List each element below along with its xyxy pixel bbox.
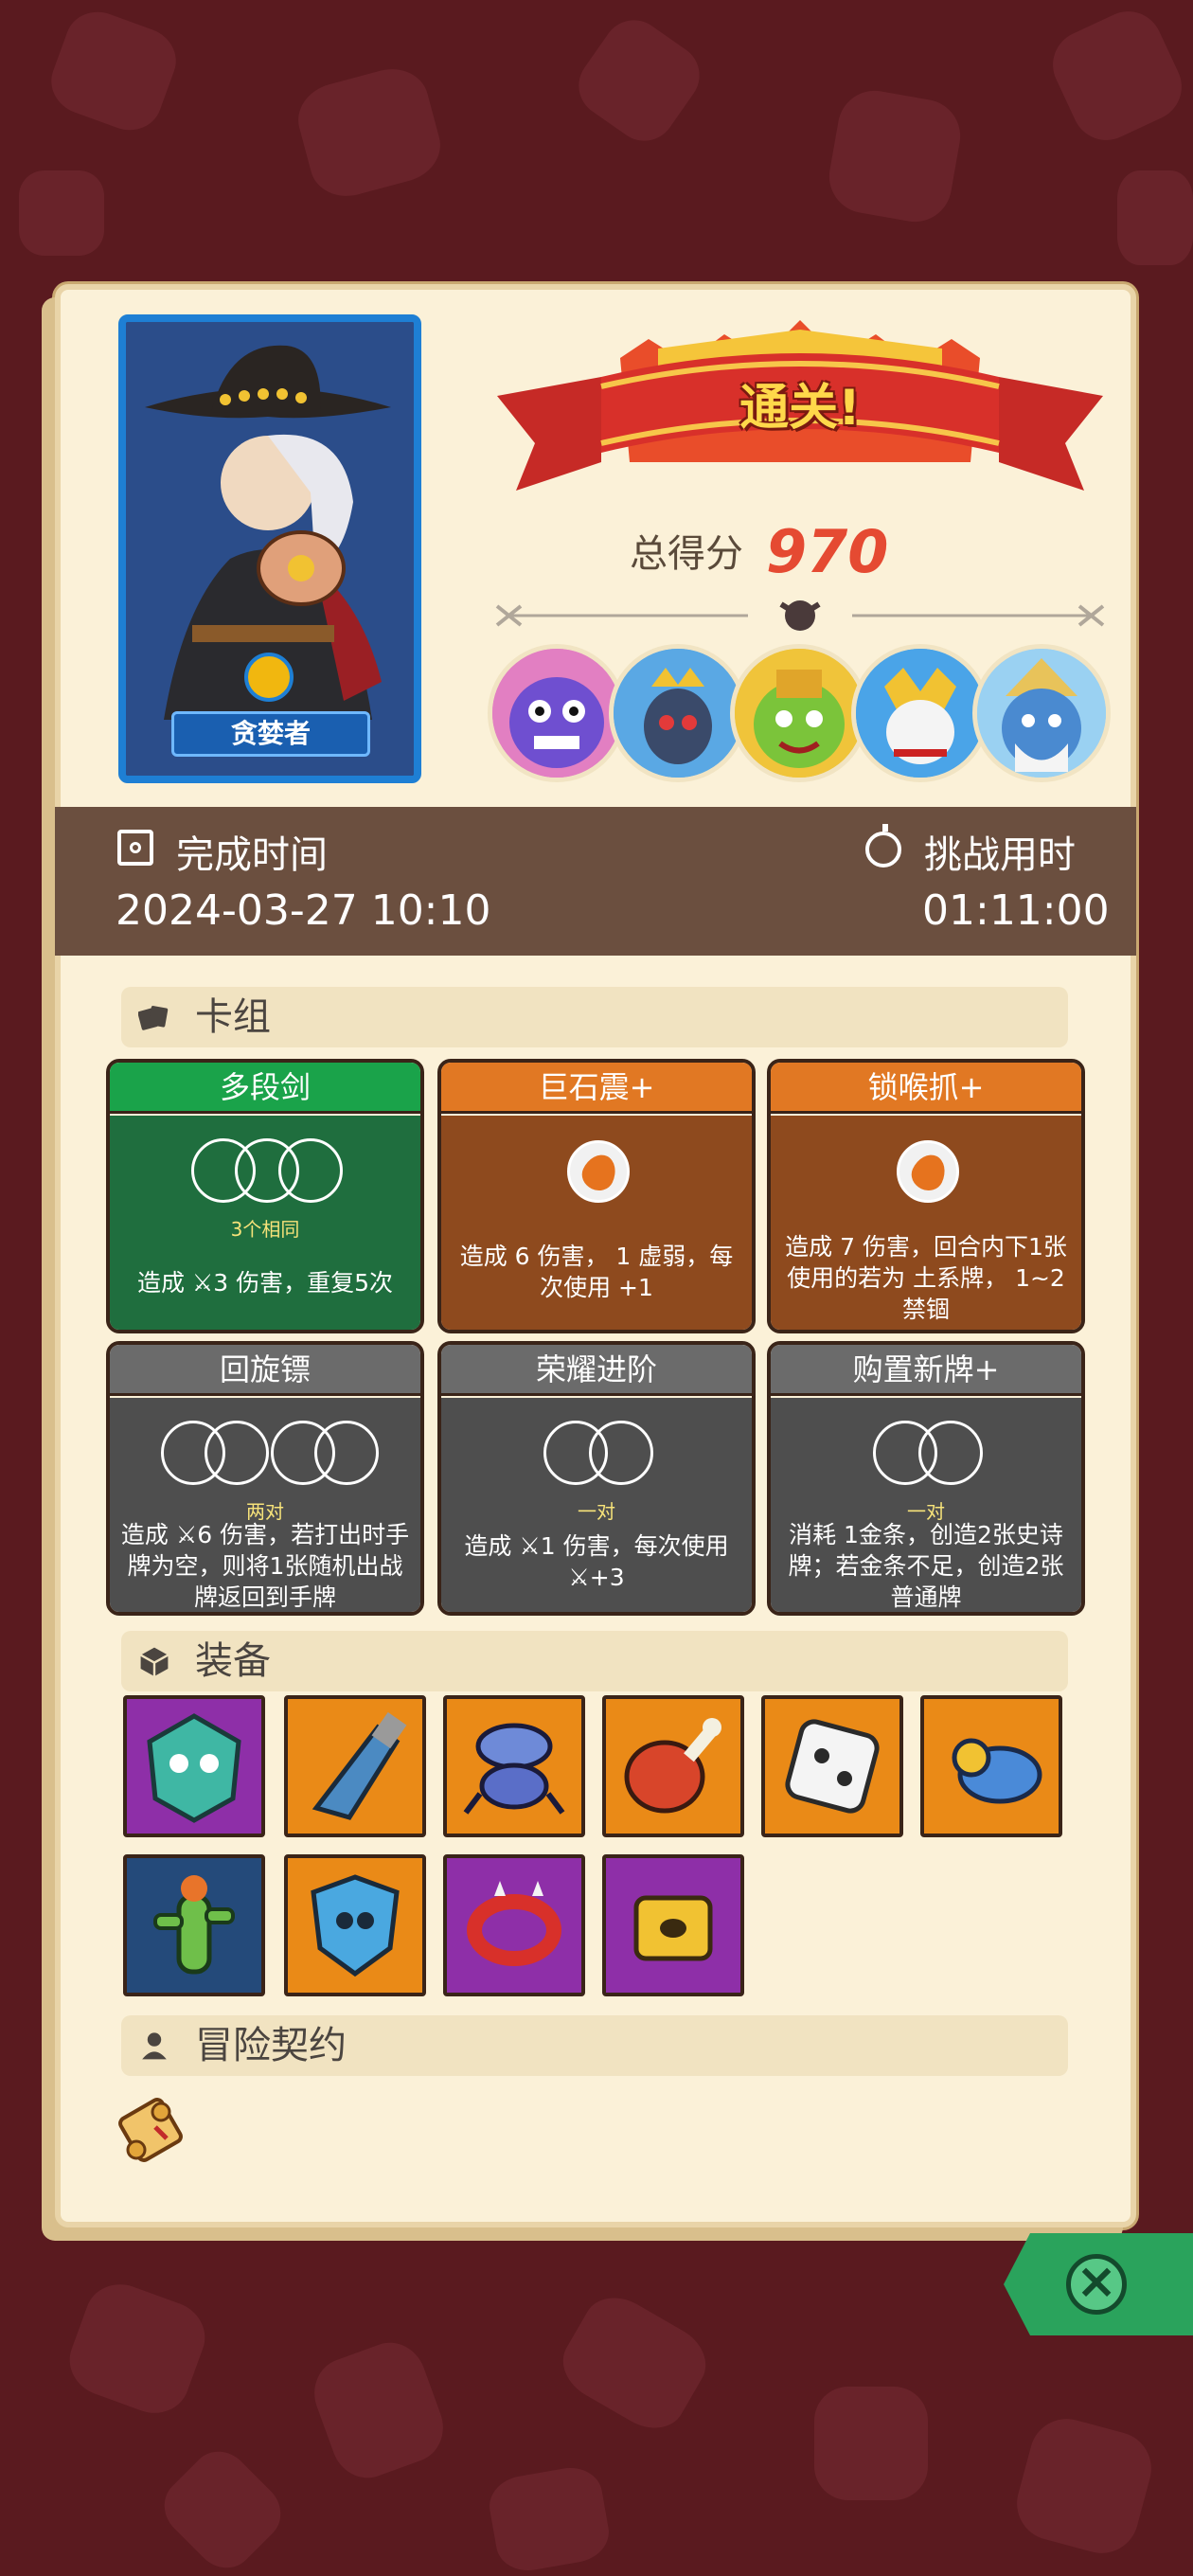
card-2[interactable]: 巨石震+ 造成 6 伤害， 1 虚弱，每次使用 +1 [437,1059,756,1333]
boss-separator [495,600,1105,631]
clear-banner: 通关! [497,320,1103,510]
card-1[interactable]: 多段剑 3个相同 造成 ⚔3 伤害，重复5次 [106,1059,424,1333]
card-title: 荣耀进阶 [441,1345,752,1396]
boss-portrait-3 [730,644,868,782]
card-text: 造成 7 伤害，回合内下1张使用的若为 土系牌， 1~2 禁锢 [785,1233,1067,1323]
card-text: 造成 ⚔1 伤害，每次使用 ⚔+3 [464,1532,729,1591]
equipment-section-title: 装备 [195,1639,271,1683]
card-title: 锁喉抓+ [771,1063,1081,1114]
crab-creature-icon[interactable] [443,1695,585,1837]
equipment-section-header: 装备 [121,1631,1068,1691]
card-title: 回旋镖 [110,1345,420,1396]
boss-portrait-2 [609,644,747,782]
cactus-doll-icon[interactable] [123,1854,265,1996]
box-icon [140,1647,169,1676]
clear-banner-text: 通关! [739,380,861,437]
boss-portrait-1 [488,644,626,782]
card-combo: 一对 [578,1500,615,1523]
deck-section-header: 卡组 [121,987,1068,1047]
boss-portrait-5 [972,644,1111,782]
card-title: 巨石震+ [441,1063,752,1114]
total-score: 总得分 970 [630,511,888,586]
card-title: 购置新牌+ [771,1345,1081,1396]
challenge-time-value: 01:11:00 [922,886,1110,935]
time-bar: 完成时间 2024-03-27 10:10 挑战用时 01:11:00 [55,807,1136,956]
character-portrait: 贪婪者 [118,314,421,783]
card-text: 造成 6 伤害， 1 虚弱，每次使用 +1 [459,1243,734,1301]
ham-icon[interactable] [602,1695,744,1837]
card-4[interactable]: 回旋镖 两对 造成 ⚔6 伤害，若打出时手牌为空，则将1张随机出战牌返回到手牌 [106,1341,424,1616]
finish-time-label: 完成时间 [176,833,328,877]
boss-portrait-4 [851,644,989,782]
calendar-icon [117,830,153,866]
card-combo: 3个相同 [230,1218,300,1241]
stopwatch-icon [865,824,901,868]
fire-orb-icon [897,1140,959,1203]
card-3[interactable]: 锁喉抓+ 造成 7 伤害，回合内下1张使用的若为 土系牌， 1~2 禁锢 [767,1059,1085,1333]
close-icon: × [1066,2254,1127,2315]
scroll-icon[interactable] [114,2089,187,2171]
card-title: 多段剑 [110,1063,420,1114]
contract-section-header: 冒险契约 [121,2015,1068,2076]
skull-shield-icon[interactable] [284,1854,426,1996]
score-label: 总得分 [630,532,743,576]
character-emblem-icon [244,653,294,702]
card-text: 造成 ⚔6 伤害，若打出时手牌为空，则将1张随机出战牌返回到手牌 [120,1521,410,1611]
finish-time-value: 2024-03-27 10:10 [116,886,491,935]
challenge-time-label: 挑战用时 [924,833,1076,877]
golden-chest-icon[interactable] [602,1854,744,1996]
white-dice-icon[interactable] [761,1695,903,1837]
spiked-bracelet-icon[interactable] [443,1854,585,1996]
card-5[interactable]: 荣耀进阶 一对 造成 ⚔1 伤害，每次使用 ⚔+3 [437,1341,756,1616]
broken-sword-icon[interactable] [284,1695,426,1837]
fire-orb-icon [567,1140,630,1203]
card-6[interactable]: 购置新牌+ 一对 消耗 1金条，创造2张史诗牌；若金条不足，创造2张普通牌 [767,1341,1085,1616]
score-value: 970 [766,517,889,586]
card-text: 造成 ⚔3 伤害，重复5次 [136,1269,394,1297]
contract-section-title: 冒险契约 [195,2024,347,2067]
person-icon [142,2032,167,2060]
close-button[interactable]: × [1004,2233,1193,2335]
green-mask-icon[interactable] [123,1695,265,1837]
card-text: 消耗 1金条，创造2张史诗牌；若金条不足，创造2张普通牌 [788,1521,1064,1611]
blue-blob-icon[interactable] [920,1695,1062,1837]
cards-icon [138,1006,169,1030]
deck-section-title: 卡组 [195,995,271,1039]
character-name: 贪婪者 [171,711,370,757]
